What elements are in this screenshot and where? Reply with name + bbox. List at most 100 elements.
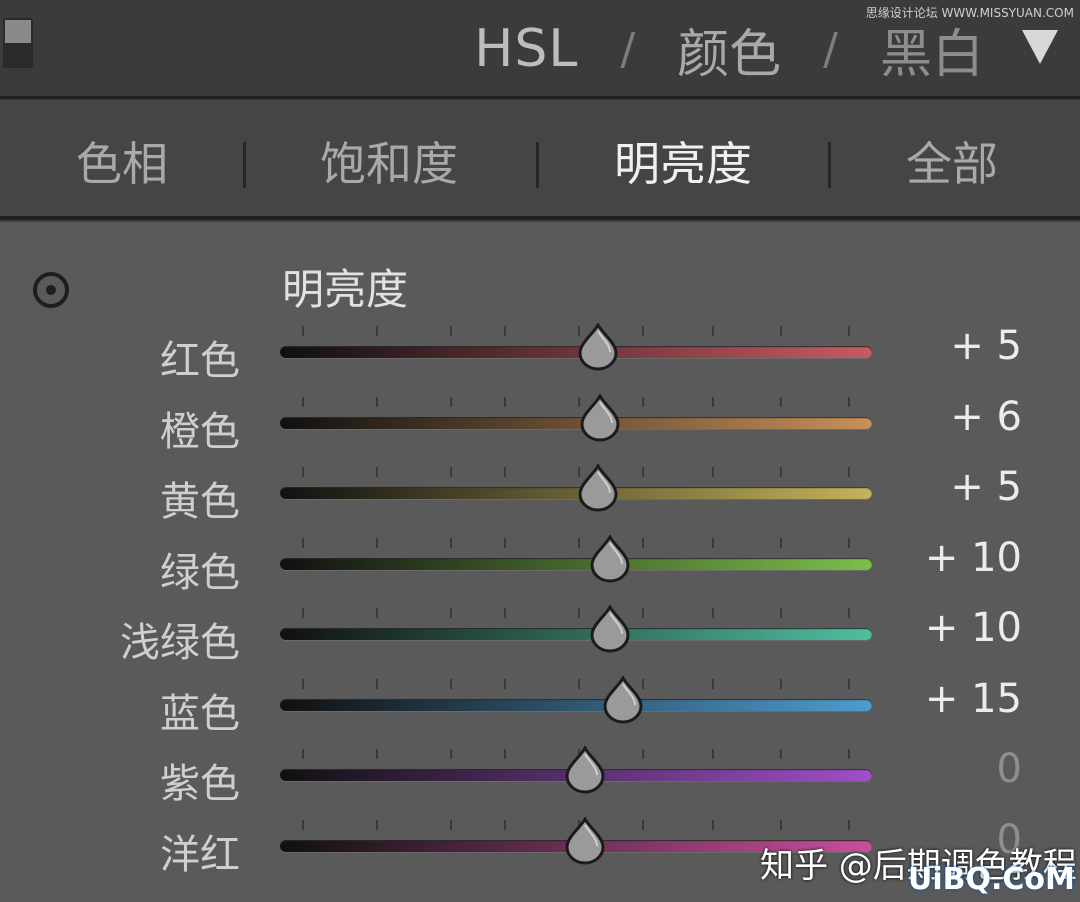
slider-row: 浅绿色 + 10 — [0, 600, 1080, 670]
slider-tick — [848, 749, 850, 759]
slider-tick — [642, 819, 644, 830]
subtab-hue[interactable]: 色相 — [76, 128, 168, 194]
slider-row: 橙色 + 6 — [0, 389, 1080, 459]
slider-track[interactable] — [280, 464, 872, 512]
slider-tick — [302, 326, 304, 336]
slider-tick — [712, 678, 714, 689]
subtab-divider — [536, 142, 539, 188]
slider-label: 橙色 — [160, 408, 240, 455]
slider-tick — [376, 749, 378, 759]
slider-tick — [450, 537, 452, 548]
slider-value[interactable]: + 10 — [925, 535, 1022, 581]
slider-track[interactable] — [280, 393, 872, 441]
slider-tick — [642, 467, 644, 477]
header-separator: / — [823, 23, 838, 75]
slider-tick — [712, 608, 714, 618]
triangle-down-icon[interactable] — [1022, 30, 1058, 64]
slider-tick — [848, 819, 850, 830]
panel-header-tabs: HSL / 颜色 / 黑白 — [474, 12, 984, 87]
slider-tick — [780, 326, 782, 336]
slider-track[interactable] — [280, 675, 872, 723]
slider-label: 紫色 — [160, 761, 240, 807]
slider-tick — [302, 749, 304, 759]
slider-label: 绿色 — [160, 549, 240, 596]
slider-tick — [504, 467, 506, 477]
slider-tick — [504, 537, 506, 548]
slider-row: 蓝色 + 15 — [0, 671, 1080, 741]
watermark-uibq: UiBQ.CoM — [908, 862, 1075, 897]
target-adjustment-icon[interactable] — [33, 272, 69, 308]
slider-value[interactable]: + 15 — [925, 676, 1022, 722]
slider-tick — [376, 678, 378, 689]
slider-tick — [780, 819, 782, 830]
slider-row: 绿色 + 10 — [0, 530, 1080, 600]
subtab-divider — [243, 142, 246, 188]
panel-header: 思缘设计论坛 WWW.MISSYUAN.COM HSL / 颜色 / 黑白 — [0, 0, 1080, 99]
slider-tick — [848, 608, 850, 618]
slider-value[interactable]: + 5 — [950, 323, 1022, 369]
slider-value[interactable]: 0 — [997, 746, 1022, 792]
slider-tick — [504, 326, 506, 336]
slider-tick — [642, 396, 644, 407]
tab-color[interactable]: 颜色 — [677, 12, 781, 87]
slider-tick — [578, 608, 580, 618]
slider-tick — [504, 608, 506, 618]
slider-tick — [302, 467, 304, 477]
slider-tick — [642, 749, 644, 759]
tab-black-white[interactable]: 黑白 — [880, 12, 984, 87]
slider-track[interactable] — [280, 323, 872, 371]
slider-tick — [712, 819, 714, 830]
slider-tick — [504, 678, 506, 689]
slider-value[interactable]: + 5 — [950, 464, 1022, 510]
slider-value[interactable]: + 10 — [925, 605, 1022, 651]
slider-tick — [642, 326, 644, 336]
subtab-all[interactable]: 全部 — [906, 128, 998, 194]
slider-tick — [376, 537, 378, 548]
slider-label: 黄色 — [160, 479, 240, 525]
slider-tick — [848, 537, 850, 548]
slider-tick — [578, 537, 580, 548]
slider-tick — [450, 326, 452, 336]
slider-tick — [780, 608, 782, 618]
slider-tick — [712, 467, 714, 477]
luminance-panel: 明亮度 红色 + 5 橙色 + 6 黄色 + 5 绿色 + 10 浅绿色 + 10 蓝色 + 15 紫色… — [0, 222, 1080, 902]
slider-tick — [504, 396, 506, 407]
slider-value[interactable]: + 6 — [950, 394, 1022, 440]
slider-row: 黄色 + 5 — [0, 459, 1080, 529]
subtab-luminance[interactable]: 明亮度 — [614, 128, 752, 194]
slider-tick — [302, 819, 304, 830]
slider-label: 洋红 — [160, 831, 240, 878]
slider-track[interactable] — [280, 605, 872, 653]
slider-tick — [376, 608, 378, 618]
slider-tick — [504, 819, 506, 830]
slider-row: 红色 + 5 — [0, 318, 1080, 388]
tab-hsl[interactable]: HSL — [474, 19, 578, 79]
slider-track[interactable] — [280, 534, 872, 582]
slider-tick — [712, 749, 714, 759]
slider-tick — [302, 537, 304, 548]
section-title: 明亮度 — [282, 265, 409, 314]
panel-collapse-toggle[interactable] — [3, 18, 33, 68]
slider-tick — [376, 819, 378, 830]
slider-tick — [302, 608, 304, 618]
slider-tick — [450, 608, 452, 618]
slider-tick — [504, 749, 506, 759]
slider-tick — [302, 678, 304, 689]
slider-tick — [780, 537, 782, 548]
slider-tick — [450, 396, 452, 407]
slider-tick — [450, 467, 452, 477]
slider-tick — [376, 326, 378, 336]
slider-label: 蓝色 — [160, 690, 240, 737]
slider-tick — [848, 326, 850, 336]
slider-row: 紫色 0 — [0, 741, 1080, 811]
slider-label: 红色 — [160, 338, 240, 384]
slider-tick — [780, 396, 782, 407]
slider-tick — [712, 396, 714, 407]
slider-tick — [712, 326, 714, 336]
slider-tick — [848, 467, 850, 477]
slider-track[interactable] — [280, 746, 872, 794]
slider-tick — [848, 396, 850, 407]
subtab-saturation[interactable]: 饱和度 — [320, 128, 458, 194]
slider-tick — [780, 467, 782, 477]
slider-tick — [578, 678, 580, 689]
